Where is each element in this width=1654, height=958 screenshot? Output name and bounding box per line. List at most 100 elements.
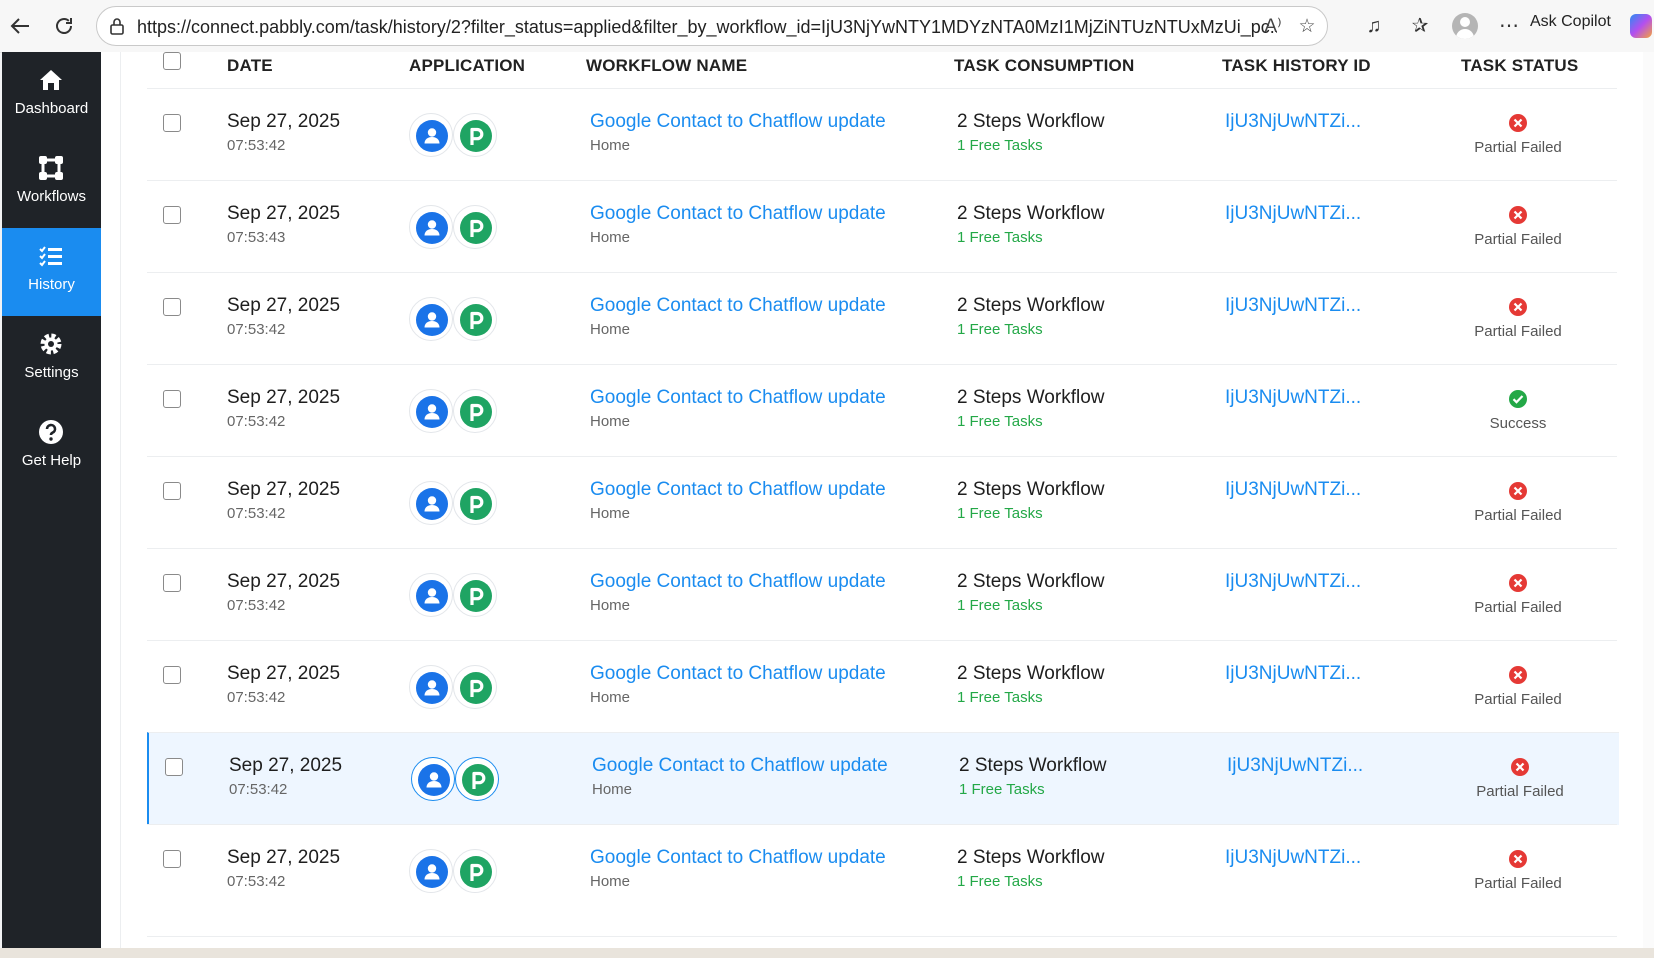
task-status-label: Partial Failed <box>1474 231 1562 248</box>
select-all-checkbox[interactable] <box>163 52 181 70</box>
table-row[interactable]: Sep 27, 2025 07:53:42 Google Contact to Ch… <box>147 272 1617 365</box>
app-pabbly-chatflow <box>453 205 497 249</box>
more-menu-icon[interactable]: ⋯ <box>1495 12 1523 40</box>
workflow-folder: Home <box>590 229 631 246</box>
scrollbar[interactable] <box>1643 52 1654 948</box>
failed-x-icon <box>1510 757 1530 777</box>
table-row[interactable]: Sep 27, 2025 07:53:42 Google Contact to Ch… <box>147 824 1617 917</box>
task-date: Sep 27, 2025 <box>227 479 341 500</box>
task-date: Sep 27, 2025 <box>227 203 341 224</box>
favorite-star-icon[interactable]: ☆ <box>1295 15 1319 39</box>
app-google-contacts <box>409 205 453 249</box>
table-row[interactable]: Sep 27, 2025 07:53:42 Google Contact to Ch… <box>147 640 1617 733</box>
google-contacts-icon <box>416 304 448 336</box>
app-google-contacts <box>409 849 453 893</box>
app-google-contacts <box>409 573 453 617</box>
column-header-task-status[interactable]: TASK STATUS <box>1461 56 1578 76</box>
table-row[interactable]: Sep 27, 2025 07:53:42 Google Contact to Ch… <box>147 456 1617 549</box>
pabbly-chatflow-icon <box>462 764 494 796</box>
app-pabbly-chatflow <box>453 849 497 893</box>
task-time: 07:53:42 <box>227 597 286 614</box>
refresh-icon[interactable] <box>50 12 78 40</box>
task-history-id-link[interactable]: IjU3NjUwNTZi... <box>1225 203 1361 225</box>
task-history-id-link[interactable]: IjU3NjUwNTZi... <box>1225 111 1361 133</box>
task-history-table: DATE APPLICATION WORKFLOW NAME TASK CONS… <box>120 52 1654 948</box>
row-checkbox[interactable] <box>163 574 181 592</box>
task-history-id-link[interactable]: IjU3NjUwNTZi... <box>1225 387 1361 409</box>
help-icon <box>37 418 65 446</box>
workflow-name-link[interactable]: Google Contact to Chatflow update <box>590 111 886 133</box>
google-contacts-icon <box>418 764 450 796</box>
workflow-name-link[interactable]: Google Contact to Chatflow update <box>590 847 886 869</box>
row-checkbox[interactable] <box>163 850 181 868</box>
task-history-id-link[interactable]: IjU3NjUwNTZi... <box>1225 847 1361 869</box>
failed-x-icon <box>1508 205 1528 225</box>
table-row[interactable]: Sep 27, 2025 07:53:42 Google Contact to Ch… <box>147 364 1617 457</box>
table-row[interactable]: Sep 27, 2025 07:53:43 Google Contact to Ch… <box>147 180 1617 273</box>
app-pabbly-chatflow <box>453 573 497 617</box>
workflow-folder: Home <box>590 137 631 154</box>
task-date: Sep 27, 2025 <box>227 571 341 592</box>
sidebar-item-settings[interactable]: Settings <box>2 316 101 404</box>
table-row[interactable]: Sep 27, 2025 07:53:42 Google Contact to Ch… <box>147 548 1617 641</box>
failed-x-icon <box>1508 665 1528 685</box>
success-check-icon <box>1508 389 1528 409</box>
sidebar: Dashboard Workflows History Settings Get… <box>2 52 101 948</box>
column-header-task-history-id[interactable]: TASK HISTORY ID <box>1222 56 1371 76</box>
task-count: 1 Free Tasks <box>957 137 1043 154</box>
profile-avatar[interactable] <box>1452 13 1478 39</box>
table-row[interactable]: Sep 27, 2025 07:53:42 Google Contact to Ch… <box>147 732 1619 825</box>
column-header-task-consumption[interactable]: TASK CONSUMPTION <box>954 56 1134 76</box>
back-icon[interactable] <box>6 12 34 40</box>
workflow-name-link[interactable]: Google Contact to Chatflow update <box>590 663 886 685</box>
task-consumption: 2 Steps Workflow <box>957 387 1105 408</box>
workflow-icon <box>37 154 65 182</box>
copilot-icon[interactable] <box>1630 14 1652 38</box>
extension-icon[interactable]: ♫ <box>1360 12 1388 40</box>
address-bar[interactable]: https://connect.pabbly.com/task/history/… <box>96 6 1328 46</box>
workflow-name-link[interactable]: Google Contact to Chatflow update <box>590 479 886 501</box>
sidebar-item-workflows[interactable]: Workflows <box>2 140 101 228</box>
row-checkbox[interactable] <box>163 298 181 316</box>
table-row[interactable]: Sep 27, 2025 07:53:42 Google Contact to Ch… <box>147 88 1617 181</box>
google-contacts-icon <box>416 120 448 152</box>
row-checkbox[interactable] <box>163 114 181 132</box>
column-header-date[interactable]: DATE <box>227 56 273 76</box>
pabbly-chatflow-icon <box>460 856 492 888</box>
ask-copilot-button[interactable]: Ask Copilot <box>1530 13 1611 31</box>
row-checkbox[interactable] <box>163 482 181 500</box>
task-history-id-link[interactable]: IjU3NjUwNTZi... <box>1225 479 1361 501</box>
task-consumption: 2 Steps Workflow <box>957 571 1105 592</box>
app-google-contacts <box>409 113 453 157</box>
workflow-name-link[interactable]: Google Contact to Chatflow update <box>590 387 886 409</box>
pabbly-chatflow-icon <box>460 580 492 612</box>
google-contacts-icon <box>416 672 448 704</box>
column-header-application[interactable]: APPLICATION <box>409 56 525 76</box>
sidebar-item-dashboard[interactable]: Dashboard <box>2 52 101 140</box>
read-aloud-icon[interactable]: A⁾ <box>1261 15 1285 39</box>
favorites-icon[interactable]: ✰ <box>1406 12 1434 40</box>
task-date: Sep 27, 2025 <box>227 847 341 868</box>
sidebar-item-get-help[interactable]: Get Help <box>2 404 101 492</box>
row-checkbox[interactable] <box>165 758 183 776</box>
row-checkbox[interactable] <box>163 206 181 224</box>
task-history-id-link[interactable]: IjU3NjUwNTZi... <box>1225 295 1361 317</box>
sidebar-item-history[interactable]: History <box>2 228 101 316</box>
column-header-workflow-name[interactable]: WORKFLOW NAME <box>586 56 747 76</box>
sidebar-item-label: Settings <box>24 364 79 381</box>
workflow-name-link[interactable]: Google Contact to Chatflow update <box>590 571 886 593</box>
row-checkbox[interactable] <box>163 390 181 408</box>
row-checkbox[interactable] <box>163 666 181 684</box>
sidebar-item-label: History <box>28 276 75 293</box>
task-status-label: Partial Failed <box>1474 875 1562 892</box>
task-history-id-link[interactable]: IjU3NjUwNTZi... <box>1227 755 1363 777</box>
workflow-name-link[interactable]: Google Contact to Chatflow update <box>590 203 886 225</box>
task-history-id-link[interactable]: IjU3NjUwNTZi... <box>1225 663 1361 685</box>
workflow-folder: Home <box>590 505 631 522</box>
workflow-name-link[interactable]: Google Contact to Chatflow update <box>590 295 886 317</box>
task-count: 1 Free Tasks <box>957 321 1043 338</box>
sidebar-item-label: Workflows <box>17 188 86 205</box>
task-history-id-link[interactable]: IjU3NjUwNTZi... <box>1225 571 1361 593</box>
workflow-name-link[interactable]: Google Contact to Chatflow update <box>592 755 888 777</box>
pabbly-chatflow-icon <box>460 304 492 336</box>
